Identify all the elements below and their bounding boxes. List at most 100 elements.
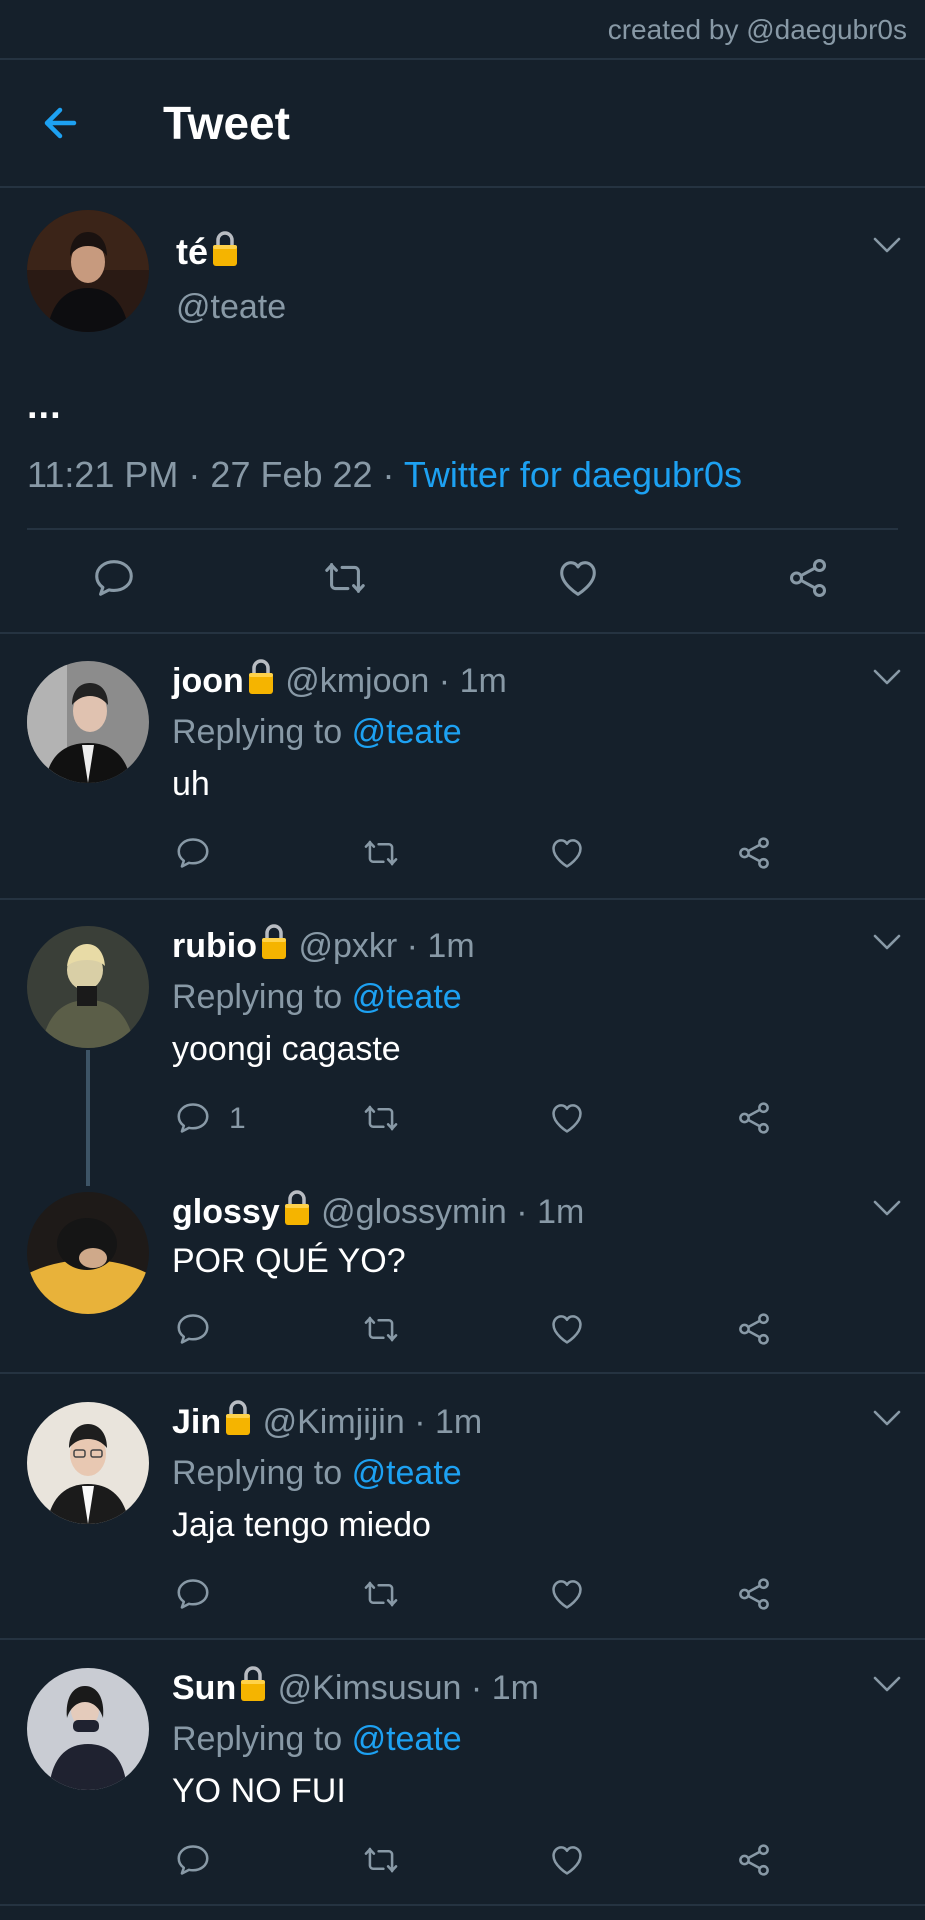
avatar-image (27, 926, 149, 1048)
replying-to: Replying to @teate (172, 978, 462, 1017)
replying-to-label: Replying to (172, 1454, 343, 1492)
retweet-button[interactable] (362, 834, 400, 872)
replying-to: Replying to @teate (172, 713, 462, 752)
reply-header: rubio @pxkr · 1m (172, 921, 475, 966)
retweet-icon (362, 1310, 400, 1348)
reply-author-name: Jin (172, 1403, 222, 1441)
retweet-icon (322, 555, 368, 601)
more-options-button[interactable] (870, 930, 904, 954)
retweet-button[interactable] (362, 1841, 400, 1879)
retweet-icon (362, 1099, 400, 1137)
page-title: Tweet (163, 97, 290, 149)
replying-to-link[interactable]: @teate (352, 1720, 462, 1758)
arrow-left-icon (44, 107, 77, 139)
reply-button[interactable] (174, 834, 212, 872)
reply-time: 1m (537, 1193, 585, 1231)
like-button[interactable] (548, 1310, 586, 1348)
thread-connector (86, 1050, 90, 1186)
avatar-image (27, 210, 149, 332)
replying-to-label: Replying to (172, 978, 343, 1016)
like-button[interactable] (555, 555, 601, 601)
divider (0, 1372, 925, 1374)
reply-icon (174, 1575, 212, 1613)
reply-text: uh (172, 765, 210, 803)
chevron-down-icon (870, 1406, 904, 1430)
tweet-source-link[interactable]: Twitter for daegubr0s (404, 454, 742, 495)
heart-icon (548, 1310, 586, 1348)
like-button[interactable] (548, 1099, 586, 1137)
share-button[interactable] (785, 555, 831, 601)
reply-author-handle: @pxkr (298, 927, 398, 965)
reply-header: joon @kmjoon · 1m (172, 656, 507, 701)
replying-to-link[interactable]: @teate (352, 713, 462, 751)
reply-button[interactable] (174, 1575, 212, 1613)
reply-author-name: joon (172, 662, 244, 700)
reply-icon (174, 1099, 212, 1137)
avatar-reply[interactable] (27, 926, 149, 1048)
more-options-button[interactable] (870, 1196, 904, 1220)
author-name-text: té (176, 231, 209, 272)
tweet-date: 27 Feb 22 (210, 454, 373, 495)
avatar-reply[interactable] (27, 1402, 149, 1524)
reply-author-name: rubio (172, 927, 257, 965)
retweet-button[interactable] (362, 1310, 400, 1348)
retweet-button[interactable] (362, 1575, 400, 1613)
avatar-image (27, 1668, 149, 1790)
reply-time: 1m (427, 927, 475, 965)
reply-time: 1m (435, 1403, 483, 1441)
reply-author-handle: @glossymin (321, 1193, 507, 1231)
reply-header: Sun @Kimsusun · 1m (172, 1663, 539, 1708)
meta-separator: · (429, 662, 460, 700)
credit-text: created by @daegubr0s (607, 14, 907, 45)
chevron-down-icon (870, 930, 904, 954)
share-button[interactable] (735, 1099, 773, 1137)
reply-icon (91, 555, 137, 601)
lock-icon (210, 228, 240, 268)
like-button[interactable] (548, 1575, 586, 1613)
more-options-button[interactable] (870, 665, 904, 689)
share-button[interactable] (735, 834, 773, 872)
lock-icon (282, 1187, 312, 1227)
share-button[interactable] (735, 1841, 773, 1879)
share-icon (735, 834, 773, 872)
back-button[interactable] (36, 96, 90, 150)
avatar-reply[interactable] (27, 1668, 149, 1790)
reply-button[interactable] (174, 1099, 212, 1137)
avatar-main[interactable] (27, 210, 149, 332)
like-button[interactable] (548, 834, 586, 872)
reply-button[interactable] (91, 555, 137, 601)
divider (0, 632, 925, 634)
divider (0, 1904, 925, 1906)
more-options-button[interactable] (870, 233, 904, 257)
reply-author-name: Sun (172, 1669, 237, 1707)
reply-icon (174, 1841, 212, 1879)
reply-button[interactable] (174, 1841, 212, 1879)
reply-count: 1 (229, 1102, 246, 1135)
reply-text: Jaja tengo miedo (172, 1506, 431, 1544)
lock-icon (246, 656, 276, 696)
like-button[interactable] (548, 1841, 586, 1879)
replying-to-link[interactable]: @teate (352, 1454, 462, 1492)
share-button[interactable] (735, 1310, 773, 1348)
tweet-meta: 11:21 PM · 27 Feb 22 · Twitter for daegu… (27, 454, 742, 496)
avatar-reply[interactable] (27, 661, 149, 783)
retweet-button[interactable] (322, 555, 368, 601)
meta-separator: · (506, 1193, 538, 1231)
avatar-reply[interactable] (27, 1192, 149, 1314)
meta-separator: · (404, 1403, 435, 1441)
avatar-image (27, 1192, 149, 1314)
replying-to-link[interactable]: @teate (352, 978, 462, 1016)
share-button[interactable] (735, 1575, 773, 1613)
lock-icon (223, 1397, 253, 1437)
chevron-down-icon (870, 1672, 904, 1696)
share-icon (735, 1310, 773, 1348)
retweet-icon (362, 834, 400, 872)
reply-button[interactable] (174, 1310, 212, 1348)
more-options-button[interactable] (870, 1672, 904, 1696)
meta-separator: · (397, 927, 428, 965)
avatar-image (27, 1402, 149, 1524)
retweet-button[interactable] (362, 1099, 400, 1137)
more-options-button[interactable] (870, 1406, 904, 1430)
meta-separator: · (372, 454, 404, 495)
reply-header: glossy @glossymin · 1m (172, 1187, 584, 1232)
